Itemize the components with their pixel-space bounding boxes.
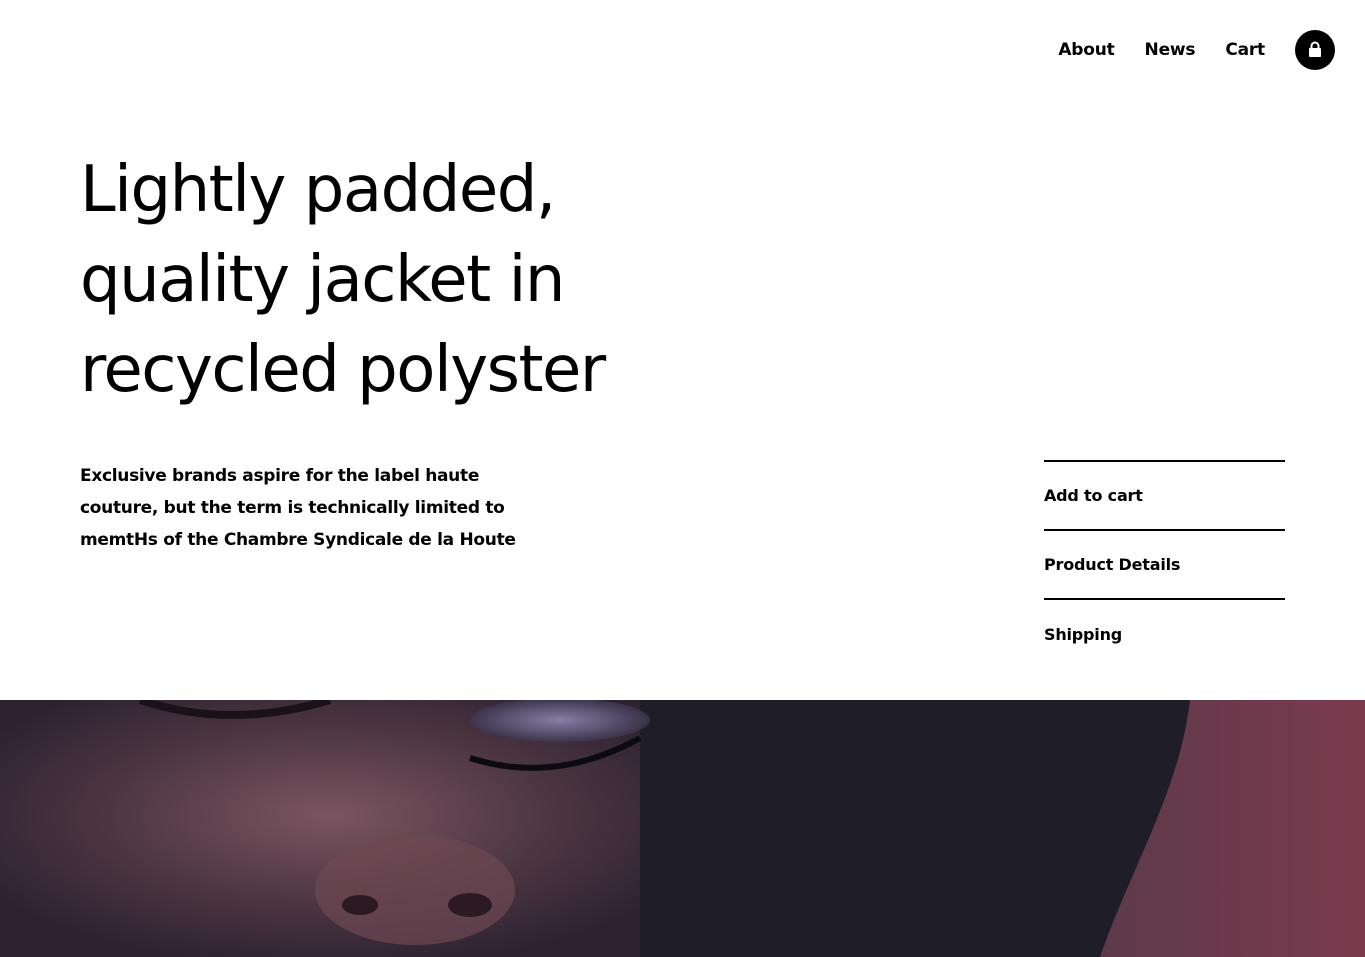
description-line: memtHs of the Chambre Syndicale de la Ho… [80,530,516,550]
cart-bag-button[interactable] [1295,30,1335,70]
product-headline: Lightly padded, quality jacket in recycl… [80,145,720,415]
description-line: Exclusive brands aspire for the label ha… [80,466,480,486]
nav-link-news[interactable]: News [1145,40,1196,60]
nav-link-cart[interactable]: Cart [1225,40,1265,60]
product-actions-list: Add to cart Product Details Shipping [1044,460,1285,669]
product-page: About News Cart Lightly padded, quality … [0,0,1365,957]
description-line: couture, but the term is technically lim… [80,498,505,518]
top-navigation: About News Cart [1058,30,1335,70]
headline-line: quality jacket in [80,243,565,317]
shopping-bag-icon [1309,41,1321,57]
hero-portrait-art [0,700,1365,957]
hero-portrait-image [0,700,1365,957]
product-details-link[interactable]: Product Details [1044,531,1285,600]
shipping-link[interactable]: Shipping [1044,600,1285,669]
add-to-cart-button[interactable]: Add to cart [1044,462,1285,531]
nav-link-about[interactable]: About [1058,40,1114,60]
headline-line: Lightly padded, [80,153,556,227]
headline-line: recycled polyster [80,333,606,407]
product-description: Exclusive brands aspire for the label ha… [80,460,540,556]
